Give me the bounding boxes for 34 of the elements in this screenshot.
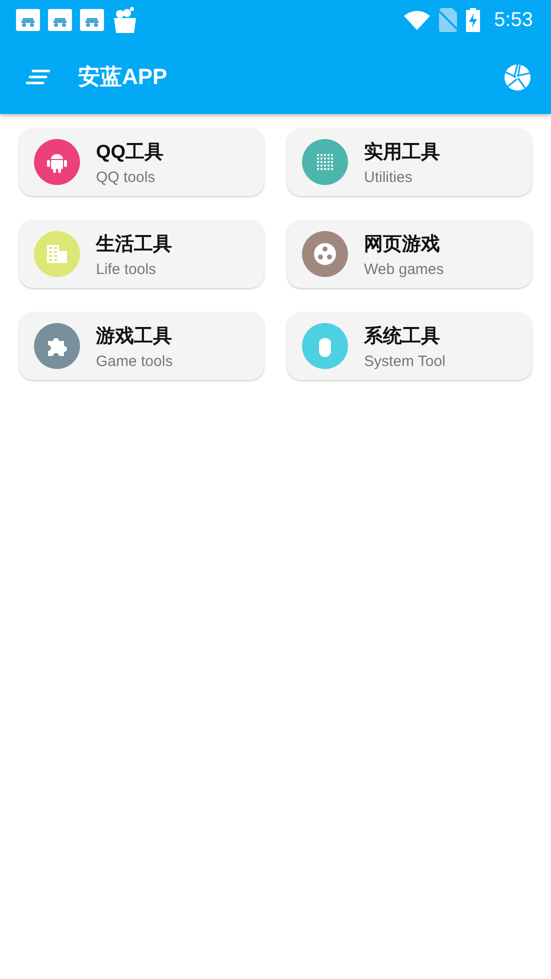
- bag-icon: [112, 6, 138, 34]
- category-subtitle: QQ tools: [96, 168, 156, 186]
- app-title: 安蓝APP: [78, 63, 168, 91]
- dot-grid-icon: [316, 153, 334, 171]
- category-title: 实用工具: [364, 140, 440, 164]
- battery-charging-icon: [466, 8, 480, 32]
- category-card[interactable]: 游戏工具 Game tools: [19, 312, 264, 380]
- category-card[interactable]: 系统工具 System Tool: [287, 312, 532, 380]
- car-notification-icon: [80, 9, 104, 31]
- category-subtitle: Life tools: [96, 260, 158, 278]
- building-icon: [47, 245, 67, 263]
- category-title: 游戏工具: [96, 324, 173, 348]
- menu-icon[interactable]: [26, 69, 50, 85]
- category-card[interactable]: QQ工具 QQ tools: [19, 128, 264, 196]
- android-icon: [47, 151, 67, 173]
- category-subtitle: Utilities: [364, 168, 414, 186]
- category-title: 生活工具: [96, 232, 172, 256]
- three-dots-icon: [314, 243, 336, 265]
- category-subtitle: Game tools: [96, 352, 173, 370]
- car-notification-icon: [48, 9, 72, 31]
- puzzle-icon: [46, 335, 68, 357]
- category-subtitle: Web games: [364, 260, 444, 278]
- category-title: 系统工具: [364, 324, 441, 348]
- aperture-icon[interactable]: [504, 64, 531, 90]
- car-notification-icon: [16, 9, 40, 31]
- category-subtitle: System Tool: [364, 352, 446, 370]
- category-card[interactable]: 实用工具 Utilities: [287, 128, 532, 196]
- category-title: QQ工具: [96, 140, 164, 164]
- category-card[interactable]: 生活工具 Life tools: [19, 220, 264, 288]
- category-title: 网页游戏: [364, 232, 441, 256]
- category-card[interactable]: 网页游戏 Web games: [287, 220, 532, 288]
- no-sim-icon: [438, 8, 458, 32]
- wifi-icon: [404, 10, 430, 30]
- status-time: 5:53: [494, 8, 533, 32]
